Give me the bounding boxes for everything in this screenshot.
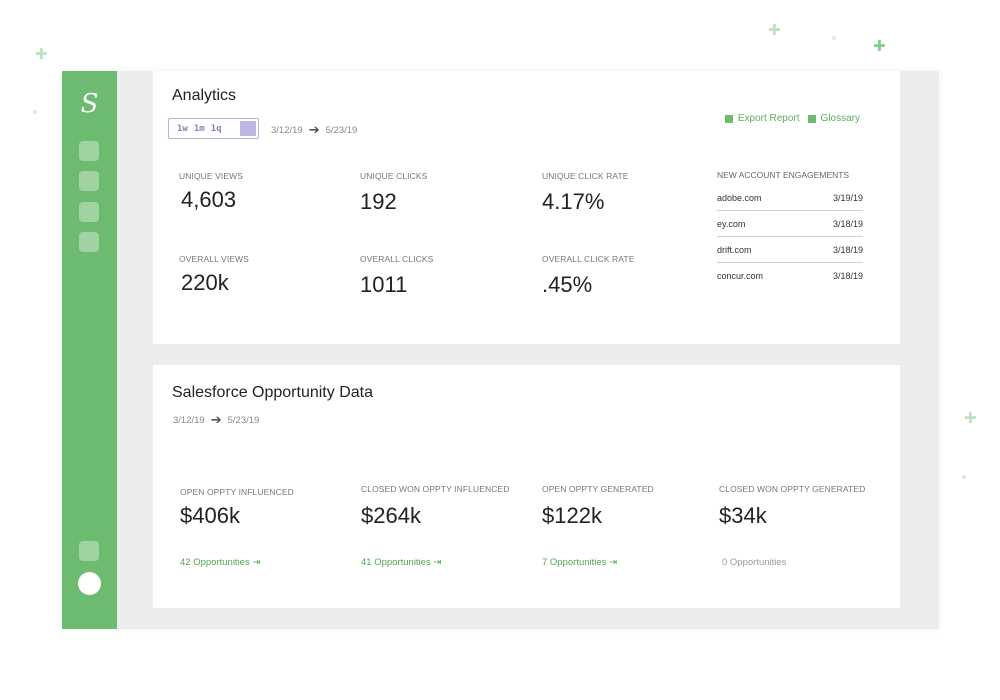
engagement-domain: adobe.com — [717, 192, 762, 203]
dot-decoration — [832, 36, 836, 40]
plus-decoration-icon: ✚ — [873, 38, 886, 55]
arrow-to-bar-icon: ⇥ — [433, 557, 442, 568]
analytics-title: Analytics — [172, 87, 237, 104]
metric-value: 1011 — [360, 272, 408, 297]
opportunities-count: 0 Opportunities — [722, 557, 787, 568]
metric-value: $264k — [361, 503, 421, 528]
glossary-icon — [807, 114, 816, 123]
date-from: 3/12/19 — [271, 124, 303, 136]
analytics-daterange: 3/12/19 ➔ 5/23/19 — [271, 122, 357, 138]
metric-open-oppty-generated: Open Oppty Generated $122k 7 Opportuniti… — [542, 484, 654, 568]
engagement-date: 3/18/19 — [832, 244, 863, 255]
metric-unique-views: Unique Views 4,603 — [179, 171, 243, 213]
metric-label: Overall Click Rate — [542, 254, 635, 264]
metric-label: Unique Clicks — [360, 171, 428, 181]
range-selector[interactable]: 1w 1m 1q — [168, 118, 259, 139]
export-icon — [724, 114, 733, 123]
metric-value: 192 — [360, 189, 397, 214]
plus-decoration-icon: ✚ — [35, 46, 48, 63]
opportunities-link[interactable]: 7 Opportunities ⇥ — [542, 557, 617, 568]
metric-label: Unique Click Rate — [542, 171, 629, 181]
metric-value: 4,603 — [181, 187, 237, 212]
date-from: 3/12/19 — [173, 414, 205, 426]
arrow-right-icon: ➔ — [210, 412, 222, 427]
metric-overall-clicks: Overall Clicks 1011 — [360, 254, 433, 298]
metric-label: Overall Clicks — [360, 254, 434, 264]
range-option-1q[interactable]: 1q — [211, 124, 222, 134]
engagement-row[interactable]: drift.com 3/18/19 — [717, 237, 863, 263]
metric-unique-click-rate: Unique Click Rate 4.17% — [542, 171, 629, 215]
analytics-links: Export Report Glossary — [724, 113, 860, 124]
nav-icon[interactable] — [79, 202, 99, 222]
range-option-1w[interactable]: 1w — [177, 124, 188, 134]
engagement-date: 3/18/19 — [832, 271, 863, 281]
metric-overall-views: Overall Views 220k — [179, 254, 249, 296]
arrow-right-icon: ➔ — [308, 122, 320, 137]
metric-label: Open Oppty Influenced — [180, 487, 294, 497]
app-window: S Analytics 1w 1m 1q 3/12/19 ➔ 5/23/19 E… — [62, 71, 939, 629]
date-to: 5/23/19 — [227, 414, 260, 426]
metric-label: Closed Won Oppty Generated — [719, 484, 866, 494]
metric-label: Unique Views — [179, 171, 244, 181]
metric-value: $34k — [719, 503, 767, 528]
metric-closed-won-oppty-influenced: Closed Won Oppty Influenced $264k 41 Opp… — [361, 484, 510, 568]
glossary-link[interactable]: Glossary — [807, 113, 860, 124]
engagement-domain: drift.com — [717, 244, 752, 255]
plus-decoration-icon: ✚ — [964, 410, 977, 427]
dot-decoration — [962, 475, 966, 479]
engagement-row[interactable]: adobe.com 3/19/19 — [717, 185, 863, 211]
range-option-1m[interactable]: 1m — [194, 124, 205, 134]
metric-closed-won-oppty-generated: Closed Won Oppty Generated $34k 0 Opport… — [719, 484, 866, 568]
salesforce-title: Salesforce Opportunity Data — [172, 384, 373, 401]
engagement-date: 3/19/19 — [832, 192, 863, 203]
metric-label: Closed Won Oppty Influenced — [361, 484, 510, 494]
metric-unique-clicks: Unique Clicks 192 — [360, 171, 427, 215]
metric-overall-click-rate: Overall Click Rate .45% — [542, 254, 635, 298]
engagement-row[interactable]: ey.com 3/18/19 — [717, 211, 863, 237]
date-to: 5/23/19 — [325, 124, 358, 136]
settings-icon[interactable] — [79, 541, 99, 561]
sidebar: S — [62, 71, 117, 629]
opportunities-link[interactable]: 42 Opportunities ⇥ — [180, 557, 260, 568]
metric-value: 4.17% — [542, 189, 605, 214]
metric-value: $406k — [180, 503, 240, 528]
logo[interactable]: S — [62, 89, 117, 119]
dot-decoration — [33, 110, 37, 114]
plus-decoration-icon: ✚ — [768, 22, 781, 39]
metric-label: Overall Views — [179, 254, 249, 264]
salesforce-card: Salesforce Opportunity Data 3/12/19 ➔ 5/… — [153, 365, 900, 608]
engagement-row[interactable]: concur.com 3/18/19 — [717, 263, 863, 289]
engagements-title: New Account Engagements — [717, 170, 850, 180]
metric-value: $122k — [542, 503, 602, 528]
metric-open-oppty-influenced: Open Oppty Influenced $406k 42 Opportuni… — [180, 487, 294, 568]
arrow-to-bar-icon: ⇥ — [609, 557, 618, 568]
metric-value: .45% — [542, 272, 593, 297]
engagement-date: 3/18/19 — [832, 218, 863, 229]
avatar[interactable] — [78, 572, 101, 595]
calendar-icon[interactable] — [240, 121, 256, 136]
engagement-domain: concur.com — [717, 271, 764, 281]
engagement-domain: ey.com — [717, 218, 746, 229]
analytics-card: Analytics 1w 1m 1q 3/12/19 ➔ 5/23/19 Exp… — [153, 71, 900, 344]
metric-value: 220k — [181, 270, 229, 295]
nav-icon[interactable] — [79, 232, 99, 252]
nav-icon[interactable] — [79, 171, 99, 191]
opportunities-link[interactable]: 41 Opportunities ⇥ — [361, 557, 441, 568]
arrow-to-bar-icon: ⇥ — [252, 557, 261, 568]
export-report-link[interactable]: Export Report — [724, 113, 800, 124]
metric-label: Open Oppty Generated — [542, 484, 654, 494]
salesforce-daterange: 3/12/19 ➔ 5/23/19 — [173, 412, 259, 428]
nav-icon[interactable] — [79, 141, 99, 161]
new-account-engagements: New Account Engagements adobe.com 3/19/1… — [717, 170, 863, 289]
